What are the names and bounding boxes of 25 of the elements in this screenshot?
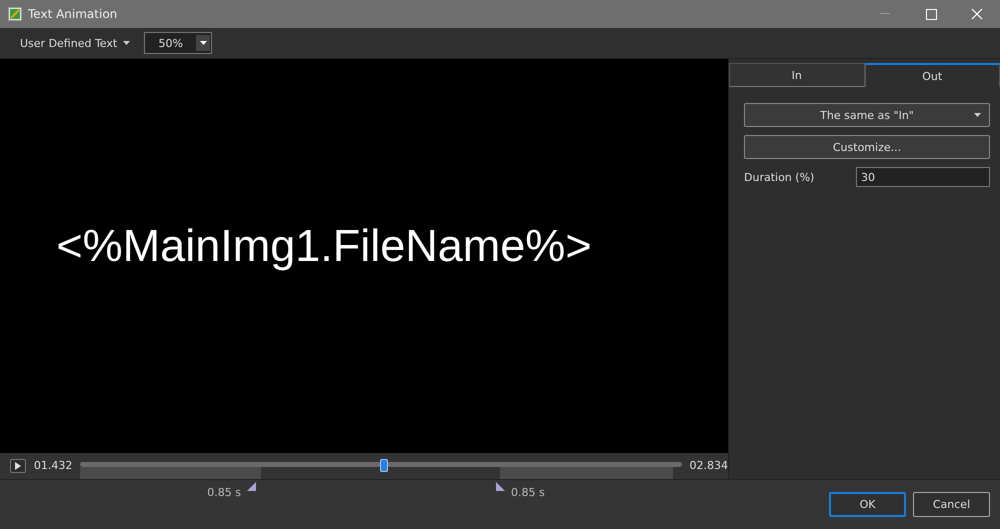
start-time: 01.432	[34, 459, 72, 472]
chart-app-icon	[8, 7, 22, 21]
play-button[interactable]	[10, 459, 26, 473]
effect-dropdown[interactable]: The same as "In"	[744, 103, 990, 127]
tab[interactable]: Out	[864, 63, 1000, 87]
duration-field[interactable]: 30	[856, 167, 990, 187]
caret-icon	[200, 41, 207, 45]
dialog-button[interactable]: Cancel	[913, 492, 990, 517]
window-title: Text Animation	[28, 7, 118, 21]
dialog-button[interactable]: OK	[829, 492, 906, 517]
duration-label: Duration (%)	[744, 170, 816, 184]
marker-icon[interactable]	[247, 482, 256, 491]
text-source-dropdown[interactable]: User Defined Text	[18, 34, 132, 52]
timeline-slider[interactable]	[80, 459, 682, 479]
caret-icon	[123, 41, 130, 45]
marker-icon[interactable]	[496, 482, 505, 491]
marker-label: 0.85 s	[207, 485, 241, 499]
preview-text: <%MainImg1.FileName%>	[56, 220, 592, 272]
tab[interactable]: In	[729, 63, 864, 87]
end-time: 02.834	[690, 459, 728, 472]
play-icon	[14, 462, 21, 470]
zoom-combo[interactable]: 50%	[144, 32, 212, 54]
marker-label: 0.85 s	[511, 485, 545, 499]
customize-button[interactable]: Customize...	[744, 135, 990, 159]
caret-icon	[974, 113, 981, 117]
